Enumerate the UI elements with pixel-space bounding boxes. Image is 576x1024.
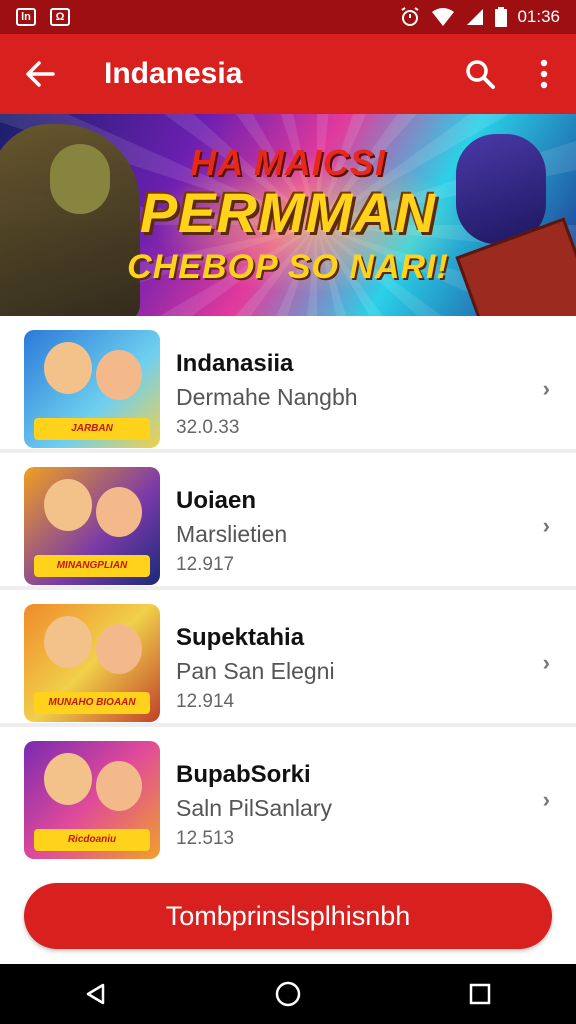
app-info: Indanasiia Dermahe Nangbh 32.0.33 — [176, 350, 506, 439]
chevron-right-icon: › — [542, 787, 550, 812]
app-name: Indanasiia — [176, 350, 294, 377]
promo-banner[interactable]: HA MAICSI PERMMAN CHEBOP SO NARI! — [0, 114, 576, 316]
recents-square-icon — [469, 983, 491, 1005]
thumb-character — [44, 479, 92, 531]
app-bar: Indanesia — [0, 34, 576, 114]
thumb-badge: Ricdoaniu — [34, 829, 150, 851]
app-info: Uoiaen Marslietien 12.917 — [176, 487, 506, 576]
status-time: 01:36 — [517, 7, 560, 26]
app-subtitle: Dermahe Nangbh — [176, 384, 358, 410]
app-thumbnail: Ricdoaniu — [24, 741, 160, 859]
app-thumbnail: MINANGPLIAN — [24, 467, 160, 585]
chevron-right-icon: › — [542, 650, 550, 675]
alarm-icon — [401, 7, 420, 26]
wifi-icon — [432, 8, 455, 26]
more-vertical-icon — [540, 59, 548, 89]
system-nav-bar — [0, 964, 576, 1024]
app-meta: 12.914 — [176, 691, 235, 712]
nav-recents-button[interactable] — [450, 964, 510, 1024]
list-item[interactable]: MUNAHO BIOAAN Supektahia Pan San Elegni … — [0, 590, 576, 727]
app-thumbnail: JARBAN — [24, 330, 160, 448]
cellular-icon — [467, 9, 484, 25]
app-name: BupabSorki — [176, 761, 311, 788]
arrow-left-icon — [26, 61, 55, 87]
app-name: Supektahia — [176, 624, 305, 651]
app-name: Uoiaen — [176, 487, 257, 514]
more-options-button[interactable] — [512, 34, 576, 114]
nav-home-button[interactable] — [258, 964, 318, 1024]
battery-icon — [495, 7, 508, 27]
primary-action-button[interactable]: Tombprinslsplhisnbh — [24, 883, 552, 949]
thumb-character — [44, 616, 92, 668]
thumb-badge: MUNAHO BIOAAN — [34, 692, 150, 714]
status-right: 01:36 — [399, 6, 560, 28]
list-item[interactable]: JARBAN Indanasiia Dermahe Nangbh 32.0.33… — [0, 316, 576, 453]
chevron-right-icon: › — [542, 376, 550, 401]
list-item[interactable]: Ricdoaniu BupabSorki Saln PilSanlary 12.… — [0, 727, 576, 864]
back-button[interactable] — [0, 34, 80, 114]
app-list: JARBAN Indanasiia Dermahe Nangbh 32.0.33… — [0, 316, 576, 864]
status-bar: ln Ω 01:36 — [0, 0, 576, 34]
nav-back-button[interactable] — [66, 964, 126, 1024]
banner-line-1: HA MAICSI — [190, 142, 386, 183]
back-triangle-icon — [86, 983, 105, 1005]
app-subtitle: Marslietien — [176, 521, 288, 547]
thumb-character — [96, 624, 142, 674]
thumb-character — [96, 350, 142, 400]
thumb-badge: JARBAN — [34, 418, 150, 440]
app-meta: 32.0.33 — [176, 417, 240, 438]
app-thumbnail: MUNAHO BIOAAN — [24, 604, 160, 722]
status-left: ln Ω — [16, 8, 70, 26]
thumb-character — [96, 487, 142, 537]
app-subtitle: Pan San Elegni — [176, 658, 335, 684]
thumb-character — [44, 342, 92, 394]
page-title: Indanesia — [104, 57, 243, 90]
search-icon — [466, 60, 495, 89]
chevron-right-icon: › — [542, 513, 550, 538]
list-item[interactable]: MINANGPLIAN Uoiaen Marslietien 12.917 › — [0, 453, 576, 590]
app-meta: 12.917 — [176, 554, 235, 575]
app-info: Supektahia Pan San Elegni 12.914 — [176, 624, 506, 713]
ln-notification-icon: ln — [16, 8, 36, 26]
banner-line-3: CHEBOP SO NARI! — [127, 248, 449, 286]
home-circle-icon — [275, 981, 301, 1007]
search-button[interactable] — [448, 34, 512, 114]
thumb-badge: MINANGPLIAN — [34, 555, 150, 577]
app-subtitle: Saln PilSanlary — [176, 795, 332, 821]
app-meta: 12.513 — [176, 828, 235, 849]
thumb-character — [44, 753, 92, 805]
shield-notification-icon: Ω — [50, 8, 70, 26]
banner-line-2: PERMMAN — [139, 181, 437, 244]
thumb-character — [96, 761, 142, 811]
app-info: BupabSorki Saln PilSanlary 12.513 — [176, 761, 506, 850]
